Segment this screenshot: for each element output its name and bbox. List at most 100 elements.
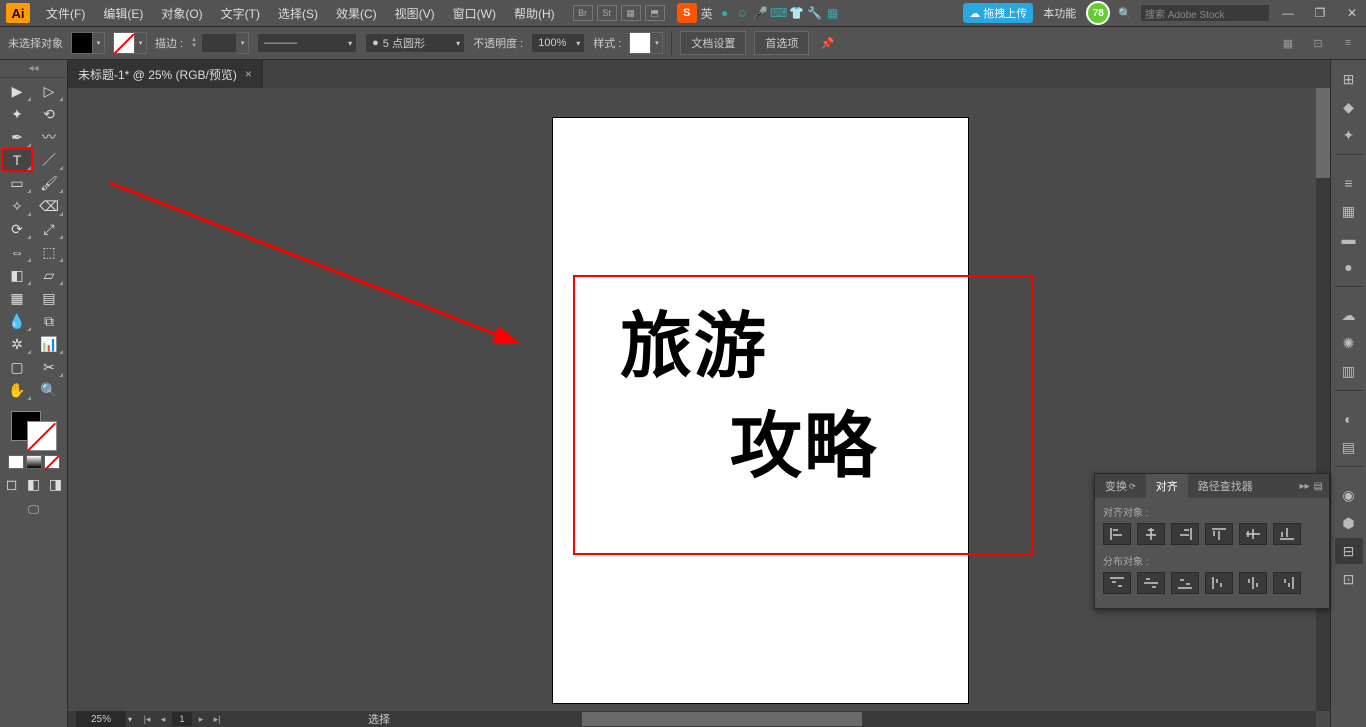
paintbrush-tool[interactable]: 🖌 bbox=[34, 172, 64, 194]
shape-builder-tool[interactable]: ◧ bbox=[2, 264, 32, 286]
symbols-panel-icon[interactable]: ● bbox=[1335, 254, 1363, 280]
vscroll-thumb[interactable] bbox=[1316, 88, 1330, 178]
close-tab-icon[interactable]: × bbox=[245, 67, 252, 81]
panel-menu-icon[interactable]: ≡ bbox=[1338, 33, 1358, 53]
gpu-icon[interactable]: ⬒ bbox=[645, 5, 665, 21]
sogou-icon[interactable]: S bbox=[677, 3, 697, 23]
gradient-tool[interactable]: ▤ bbox=[34, 287, 64, 309]
draw-normal[interactable]: ◻ bbox=[2, 475, 22, 493]
zoom-input[interactable]: 25% bbox=[76, 711, 126, 727]
width-tool[interactable]: ⇔ bbox=[2, 241, 32, 263]
align-right[interactable] bbox=[1171, 523, 1199, 545]
stroke-weight-input[interactable] bbox=[201, 33, 237, 53]
menu-file[interactable]: 文件(F) bbox=[38, 1, 93, 26]
fill-stroke-control[interactable] bbox=[9, 409, 59, 453]
toolbar-collapse[interactable]: ◂◂ bbox=[0, 60, 67, 78]
preferences-button[interactable]: 首选项 bbox=[754, 31, 809, 55]
last-artboard[interactable]: ▸| bbox=[210, 712, 224, 726]
window-close[interactable]: ✕ bbox=[1338, 3, 1366, 23]
ime-lang[interactable]: 英 bbox=[699, 5, 715, 21]
ime-keyboard-icon[interactable]: ⌨ bbox=[771, 5, 787, 21]
ime-skin-icon[interactable]: 👕 bbox=[789, 5, 805, 21]
menu-effect[interactable]: 效果(C) bbox=[328, 1, 385, 26]
menu-edit[interactable]: 编辑(E) bbox=[95, 1, 151, 26]
panel-collapse-icon[interactable]: ▸▸ bbox=[1300, 481, 1310, 492]
stroke-dropdown[interactable]: ▾ bbox=[135, 32, 147, 54]
style-dropdown[interactable]: ▾ bbox=[651, 32, 663, 54]
gradient-panel-icon[interactable]: ▤ bbox=[1335, 434, 1363, 460]
artboard-number[interactable]: 1 bbox=[172, 712, 192, 726]
brush-select[interactable]: ●5 点圆形 bbox=[365, 33, 465, 53]
curvature-tool[interactable]: 〰 bbox=[34, 126, 64, 148]
align-bottom[interactable] bbox=[1273, 523, 1301, 545]
cloud-upload-button[interactable]: ☁ 拖拽上传 bbox=[963, 3, 1033, 23]
color-guide-panel-icon[interactable]: ▥ bbox=[1335, 358, 1363, 384]
stroke-weight-dropdown[interactable]: ▾ bbox=[237, 32, 249, 54]
graph-tool[interactable]: 📊 bbox=[34, 333, 64, 355]
draw-behind[interactable]: ◧ bbox=[24, 475, 44, 493]
color-panel-icon[interactable]: ✺ bbox=[1335, 330, 1363, 356]
menu-object[interactable]: 对象(O) bbox=[153, 1, 210, 26]
type-tool[interactable]: T bbox=[2, 149, 32, 171]
line-tool[interactable]: ／ bbox=[34, 149, 64, 171]
menu-help[interactable]: 帮助(H) bbox=[506, 1, 563, 26]
menu-type[interactable]: 文字(T) bbox=[213, 1, 268, 26]
pen-tool[interactable]: ✒ bbox=[2, 126, 32, 148]
screen-mode[interactable]: 🖵 bbox=[19, 499, 49, 521]
cc-panel-icon[interactable]: ☁ bbox=[1335, 302, 1363, 328]
distribute-vcenter[interactable] bbox=[1137, 572, 1165, 594]
panel-menu-icon[interactable]: ▤ bbox=[1314, 481, 1323, 492]
swatches-panel-icon[interactable]: ▦ bbox=[1335, 198, 1363, 224]
stock-icon[interactable]: St bbox=[597, 5, 617, 21]
ime-grid-icon[interactable]: ▦ bbox=[825, 5, 841, 21]
selection-tool[interactable]: ▶ bbox=[2, 80, 32, 102]
ime-mic-icon[interactable]: 🎤 bbox=[753, 5, 769, 21]
draw-inside[interactable]: ◨ bbox=[46, 475, 66, 493]
color-mode-gradient[interactable] bbox=[26, 455, 42, 469]
menu-select[interactable]: 选择(S) bbox=[270, 1, 326, 26]
align-top[interactable] bbox=[1205, 523, 1233, 545]
hand-tool[interactable]: ✋ bbox=[2, 379, 32, 401]
slice-tool[interactable]: ✂ bbox=[34, 356, 64, 378]
pin-icon[interactable]: 📌 bbox=[817, 37, 837, 50]
lasso-tool[interactable]: ⟲ bbox=[34, 103, 64, 125]
rectangle-tool[interactable]: ▭ bbox=[2, 172, 32, 194]
layers-panel-icon[interactable]: ◆ bbox=[1335, 94, 1363, 120]
graphic-styles-panel-icon[interactable]: ⬢ bbox=[1335, 510, 1363, 536]
vertical-scrollbar[interactable] bbox=[1316, 88, 1330, 711]
stock-search-input[interactable]: 搜索 Adobe Stock bbox=[1140, 4, 1270, 22]
bridge-icon[interactable]: Br bbox=[573, 5, 593, 21]
document-setup-button[interactable]: 文档设置 bbox=[680, 31, 746, 55]
eyedropper-tool[interactable]: 💧 bbox=[2, 310, 32, 332]
fill-dropdown[interactable]: ▾ bbox=[93, 32, 105, 54]
rotate-tool[interactable]: ⟳ bbox=[2, 218, 32, 240]
blend-tool[interactable]: ⧉ bbox=[34, 310, 64, 332]
symbol-sprayer-tool[interactable]: ✲ bbox=[2, 333, 32, 355]
sync-badge[interactable]: 78 bbox=[1086, 1, 1110, 25]
window-restore[interactable]: ❐ bbox=[1306, 3, 1334, 23]
properties-panel-icon[interactable]: ⊞ bbox=[1335, 66, 1363, 92]
hscroll-thumb[interactable] bbox=[582, 712, 862, 726]
ime-tool-icon[interactable]: 🔧 bbox=[807, 5, 823, 21]
transparency-panel-icon[interactable]: ◐ bbox=[1335, 406, 1363, 432]
eraser-tool[interactable]: ⌫ bbox=[34, 195, 64, 217]
arrange-icon[interactable]: ▦ bbox=[621, 5, 641, 21]
stroke-color[interactable] bbox=[27, 421, 57, 451]
align-artboard-icon[interactable]: ▦ bbox=[1278, 33, 1298, 53]
window-minimize[interactable]: — bbox=[1274, 3, 1302, 23]
opacity-select[interactable]: 100% bbox=[531, 33, 585, 53]
align-left[interactable] bbox=[1103, 523, 1131, 545]
distribute-right[interactable] bbox=[1273, 572, 1301, 594]
transform-panel-icon[interactable]: ⊡ bbox=[1335, 566, 1363, 592]
scale-tool[interactable]: ⤢ bbox=[34, 218, 64, 240]
ime-punct-icon[interactable]: ● bbox=[717, 5, 733, 21]
canvas[interactable]: 旅游 攻略 bbox=[68, 88, 1330, 727]
zoom-tool[interactable]: 🔍 bbox=[34, 379, 64, 401]
tab-pathfinder[interactable]: 路径查找器 bbox=[1188, 474, 1263, 498]
stroke-panel-icon[interactable]: ≡ bbox=[1335, 170, 1363, 196]
align-vcenter[interactable] bbox=[1239, 523, 1267, 545]
menu-window[interactable]: 窗口(W) bbox=[445, 1, 504, 26]
distribute-top[interactable] bbox=[1103, 572, 1131, 594]
transform-icon[interactable]: ⊡ bbox=[1308, 33, 1328, 53]
perspective-tool[interactable]: ▱ bbox=[34, 264, 64, 286]
